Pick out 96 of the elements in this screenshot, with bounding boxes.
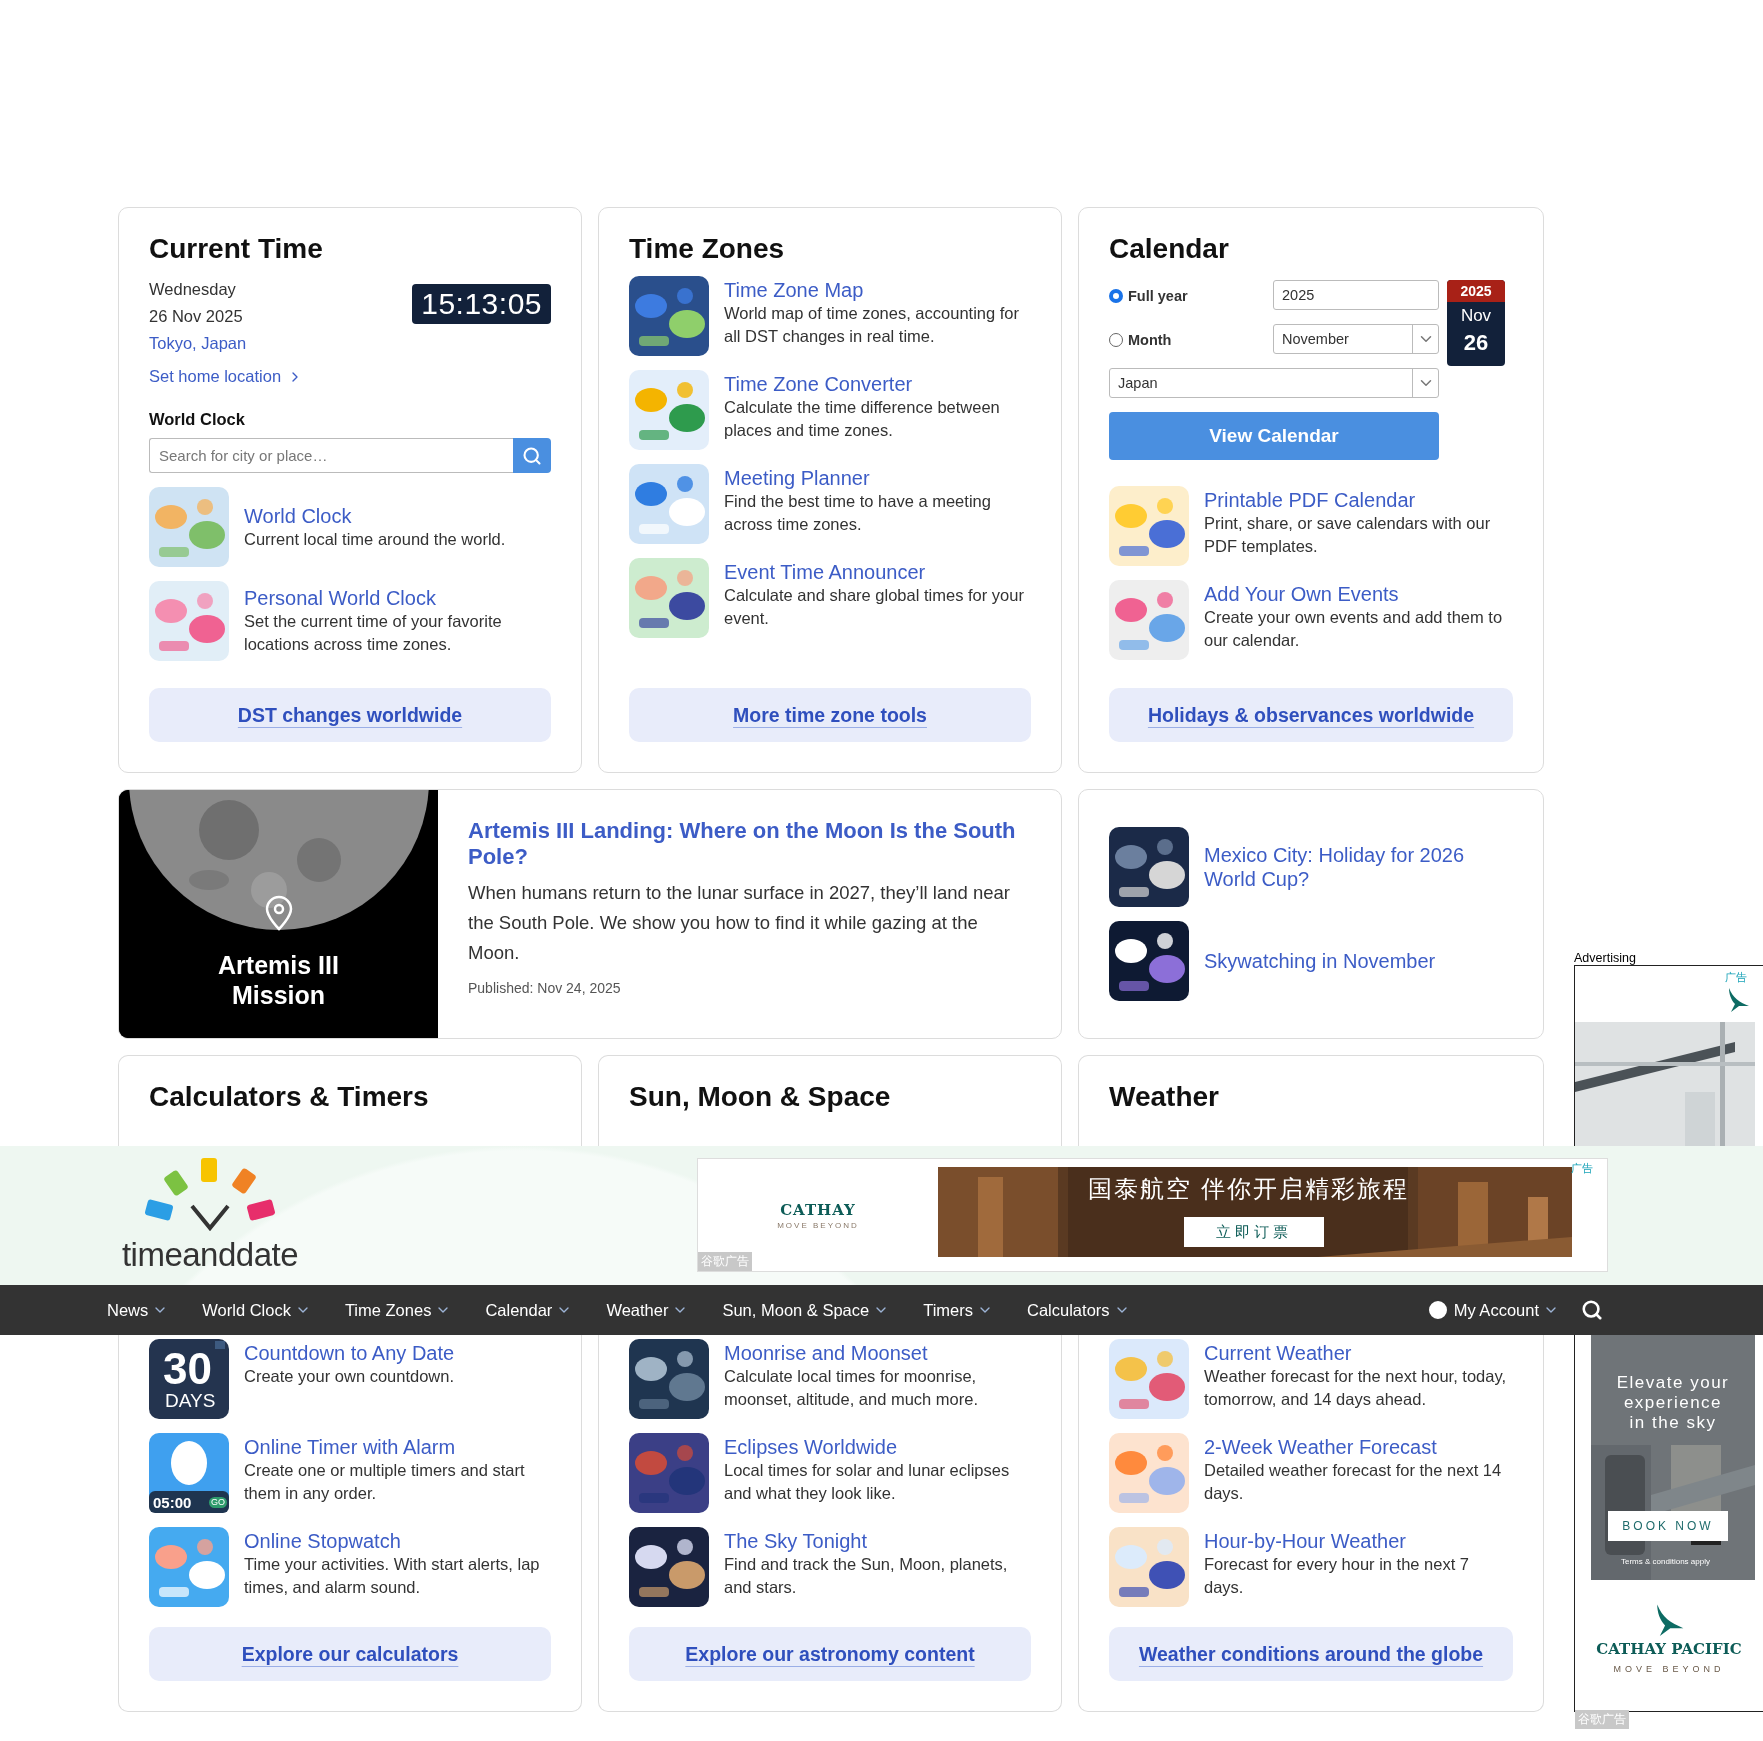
item-link[interactable]: Printable PDF Calendar: [1204, 488, 1513, 512]
ad-slogan: MOVE BEYOND: [1613, 1664, 1725, 1674]
item-link[interactable]: Event Time Announcer: [724, 560, 1031, 584]
location-link[interactable]: Tokyo, Japan: [149, 330, 304, 357]
item-description: Create your own events and add them to our calendar.: [1204, 607, 1504, 651]
link-button[interactable]: More time zone tools: [629, 688, 1031, 742]
ad-brand: CATHAY: [780, 1200, 856, 1219]
digital-clock: 15:13:05: [412, 284, 551, 324]
item-description: Find the best time to have a meeting across time zones.: [724, 491, 992, 535]
item-link[interactable]: Current Weather: [1204, 1341, 1513, 1365]
nav-menu-item[interactable]: Timers: [923, 1300, 993, 1320]
card-title: Current Time: [149, 232, 324, 266]
radio-option[interactable]: Month: [1109, 324, 1273, 356]
ad-headline: Elevate your experience in the sky: [1615, 1373, 1731, 1433]
nav-menu-item[interactable]: Calendar: [485, 1300, 573, 1320]
item-link[interactable]: Time Zone Converter: [724, 372, 1031, 396]
thumbnail-label: GO: [209, 1497, 227, 1508]
image-caption: Artemis III Mission: [217, 950, 340, 1010]
item-description: Create your own countdown.: [244, 1366, 455, 1387]
site-logo[interactable]: timeanddate: [121, 1236, 299, 1274]
item-description: Find and track the Sun, Moon, planets, and stars.: [724, 1554, 1009, 1598]
account-menu[interactable]: My Account: [1425, 1298, 1559, 1322]
item-description: Time your activities. With start alerts, lap times, and alarm sound.: [244, 1554, 541, 1598]
item-description: Calculate and share global times for your event.: [724, 585, 1025, 629]
search-button[interactable]: [513, 438, 551, 473]
item-description: Weather forecast for the next hour, today, tomorrow, and 14 days ahead.: [1204, 1366, 1508, 1410]
link-button[interactable]: Holidays & observances worldwide: [1109, 688, 1513, 742]
item-link[interactable]: 2-Week Weather Forecast: [1204, 1435, 1513, 1459]
ad-button[interactable]: 立即订票: [1184, 1217, 1324, 1247]
item-link[interactable]: Hour-by-Hour Weather: [1204, 1529, 1513, 1553]
item-description: Current local time around the world.: [244, 528, 506, 550]
item-description: Create one or multiple timers and start them in any order.: [244, 1460, 526, 1504]
month-select[interactable]: November: [1273, 324, 1439, 354]
book-now-button[interactable]: BOOK NOW: [1608, 1511, 1728, 1541]
item-description: Local times for solar and lunar eclipses and what they look like.: [724, 1460, 1011, 1504]
thumbnail-label: 30: [163, 1347, 212, 1391]
item-link[interactable]: Add Your Own Events: [1204, 582, 1513, 606]
link-button[interactable]: DST changes worldwide: [149, 688, 551, 742]
location-pin-icon: [264, 895, 294, 931]
nav-menu-item[interactable]: World Clock: [202, 1300, 311, 1320]
weekday-text: Wednesday: [149, 279, 237, 300]
search-icon: [522, 445, 542, 466]
year-field[interactable]: 2025: [1273, 280, 1439, 310]
ad-tag: 广告: [1725, 970, 1747, 985]
terms-text: Terms & conditions apply: [1621, 1557, 1710, 1566]
ad-tag: 广告: [1571, 1161, 1593, 1176]
item-link[interactable]: Skywatching in November: [1204, 949, 1436, 973]
item-description: Detailed weather forecast for the next 14 days.: [1204, 1460, 1503, 1504]
date-text: 26 Nov 2025: [149, 306, 244, 327]
thumbnail-label: 05:00: [153, 1495, 192, 1510]
item-description: Calculate local times for moonrise, moonset, altitude, and much more.: [724, 1366, 980, 1410]
nav-menu-item[interactable]: Weather: [606, 1300, 689, 1320]
item-link[interactable]: Online Stopwatch: [244, 1529, 551, 1553]
item-link[interactable]: World Clock: [244, 503, 506, 528]
ad-slogan: MOVE BEYOND: [777, 1220, 859, 1230]
card-title: Calendar: [1109, 232, 1230, 266]
nav-menu-item[interactable]: Sun, Moon & Space: [722, 1300, 890, 1320]
country-select[interactable]: Japan: [1109, 368, 1439, 398]
search-icon[interactable]: [1581, 1299, 1603, 1321]
item-description: World map of time zones, accounting for all DST changes in real time.: [724, 303, 1020, 347]
link-button[interactable]: Weather conditions around the globe: [1109, 1627, 1513, 1681]
card-title: Calculators & Timers: [149, 1080, 430, 1114]
link-button[interactable]: Explore our calculators: [149, 1627, 551, 1681]
item-description: Calculate the time difference between places and time zones.: [724, 397, 1001, 441]
article-title[interactable]: Artemis III Landing: Where on the Moon Is the South Pole?: [468, 818, 1031, 870]
published-date: Published: Nov 24, 2025: [468, 980, 622, 996]
home-location-link[interactable]: Set home location: [149, 363, 304, 390]
nav-menu-item[interactable]: Time Zones: [344, 1300, 452, 1320]
advertising-label: Advertising: [1574, 951, 1637, 965]
search-field[interactable]: Search for city or place…: [149, 438, 513, 473]
date-badge: 2025 Nov 26: [1447, 280, 1505, 366]
item-link[interactable]: Countdown to Any Date: [244, 1341, 455, 1365]
item-link[interactable]: Mexico City: Holiday for 2026 World Cup?: [1204, 843, 1513, 891]
item-link[interactable]: Meeting Planner: [724, 466, 1031, 490]
item-link[interactable]: Time Zone Map: [724, 278, 1031, 302]
view-calendar-button[interactable]: View Calendar: [1109, 412, 1439, 460]
item-link[interactable]: Online Timer with Alarm: [244, 1435, 551, 1459]
card-title: Sun, Moon & Space: [629, 1080, 892, 1114]
nav-menu-item[interactable]: News: [107, 1300, 169, 1320]
radio-option[interactable]: Full year: [1109, 280, 1273, 312]
ad-headline: 国泰航空 伴你开启精彩旅程: [1088, 1174, 1409, 1204]
card-title: Time Zones: [629, 232, 786, 266]
thumbnail-label: DAYS: [165, 1391, 216, 1410]
item-link[interactable]: Moonrise and Moonset: [724, 1341, 1031, 1365]
item-link[interactable]: Eclipses Worldwide: [724, 1435, 1031, 1459]
section-label: World Clock: [149, 410, 246, 429]
item-link[interactable]: Personal World Clock: [244, 586, 551, 610]
item-description: Set the current time of your favorite locations across time zones.: [244, 611, 503, 655]
item-link[interactable]: The Sky Tonight: [724, 1529, 1031, 1553]
nav-menu-item[interactable]: Calculators: [1027, 1300, 1130, 1320]
item-description: Print, share, or save calendars with our PDF templates.: [1204, 513, 1492, 557]
article-summary: When humans return to the lunar surface in 2027, they’ll land near the South Pole. We show you how to find it while gazing at the Moon.: [468, 881, 1011, 965]
item-description: Forecast for every hour in the next 7 days.: [1204, 1554, 1471, 1598]
link-button[interactable]: Explore our astronomy content: [629, 1627, 1031, 1681]
card-title: Weather: [1109, 1080, 1220, 1114]
ad-brand: CATHAY PACIFIC: [1596, 1640, 1742, 1658]
